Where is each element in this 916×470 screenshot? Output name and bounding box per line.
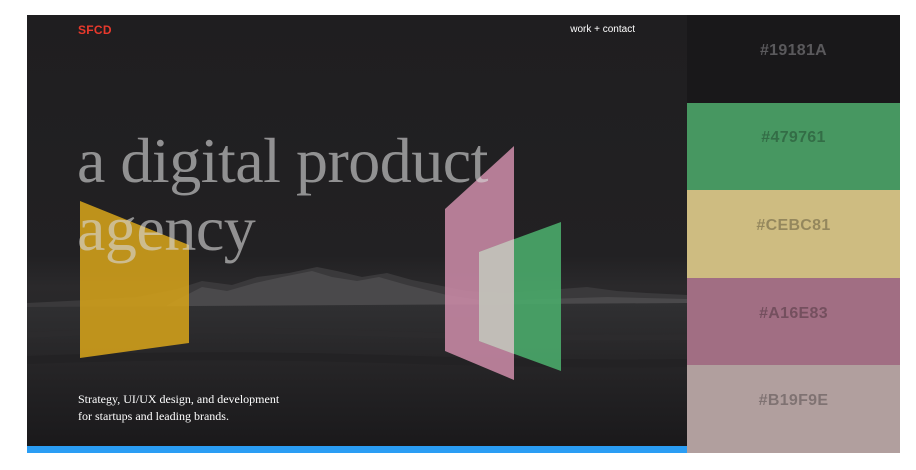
screenshot-frame: SFCD work + contact a digital product ag… [27, 15, 900, 453]
accent-bar [27, 446, 687, 453]
tagline-line-2: for startups and leading brands. [78, 409, 229, 423]
swatch-label: #479761 [761, 129, 826, 147]
swatch-label: #A16E83 [759, 304, 828, 322]
tagline-line-1: Strategy, UI/UX design, and development [78, 392, 280, 406]
swatch-479761: #479761 [687, 102, 900, 191]
hero-section: SFCD work + contact a digital product ag… [27, 15, 687, 453]
swatch-label: #B19F9E [758, 392, 829, 410]
hero-headline: a digital product agency [77, 127, 488, 263]
headline-line-1: a digital product [77, 125, 488, 196]
color-palette: #19181A #479761 #CEBC81 #A16E83 #B19F9E [687, 15, 900, 453]
swatch-cebc81: #CEBC81 [687, 190, 900, 278]
swatch-label: #19181A [759, 41, 828, 59]
swatch-label: #CEBC81 [756, 216, 831, 234]
swatch-a16e83: #A16E83 [687, 277, 900, 366]
hero-tagline: Strategy, UI/UX design, and development … [78, 391, 279, 425]
swatch-19181a: #19181A [687, 15, 900, 103]
swatch-b19f9e: #B19F9E [687, 365, 900, 453]
headline-line-2: agency [77, 193, 256, 264]
